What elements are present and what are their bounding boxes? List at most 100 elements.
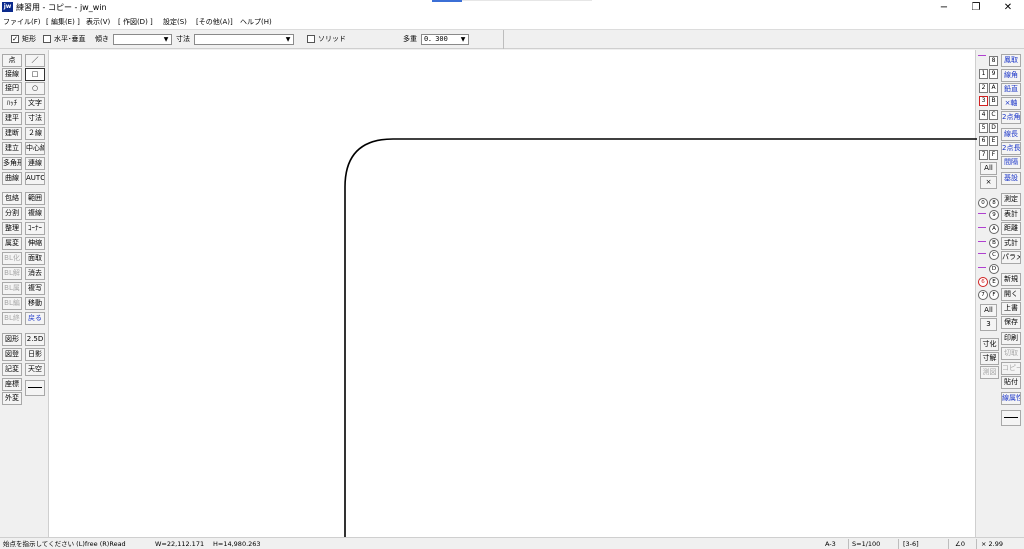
left-tool-button[interactable]: 包絡 bbox=[2, 192, 22, 205]
left-tool-button[interactable]: 戻る bbox=[25, 312, 45, 325]
status-layer[interactable]: [3-6] bbox=[903, 540, 919, 548]
layer-group-button[interactable]: 6 bbox=[979, 136, 988, 146]
layer-number-button[interactable]: 3 bbox=[980, 318, 997, 331]
layer-group-button[interactable]: 2 bbox=[979, 83, 988, 93]
left-tool-button[interactable]: BL解 bbox=[2, 267, 22, 280]
left-tool-button[interactable]: 範囲 bbox=[25, 192, 45, 205]
status-paper[interactable]: A-3 bbox=[825, 540, 836, 548]
layer-cross-button[interactable]: × bbox=[980, 176, 997, 189]
left-tool-button[interactable]: 属変 bbox=[2, 237, 22, 250]
right-tool-button[interactable]: 距離 bbox=[1001, 222, 1021, 235]
layer-group-button[interactable]: 7 bbox=[979, 150, 988, 160]
left-tool-button[interactable]: 整理 bbox=[2, 222, 22, 235]
left-tool-button[interactable]: 接円 bbox=[2, 82, 22, 95]
right-tool-button[interactable]: ×軸 bbox=[1001, 97, 1021, 110]
left-tool-button[interactable]: ／ bbox=[25, 54, 45, 67]
right-tool-button[interactable]: 上書 bbox=[1001, 302, 1021, 315]
right-tool-button[interactable]: 表計 bbox=[1001, 208, 1021, 221]
left-tool-button[interactable]: 天空 bbox=[25, 363, 45, 376]
layer-group-button[interactable]: 3 bbox=[979, 96, 988, 106]
menu-help[interactable]: ヘルプ(H) bbox=[240, 17, 272, 27]
layer-all-button[interactable]: All bbox=[980, 162, 997, 175]
right-tool-button[interactable]: 線長 bbox=[1001, 128, 1021, 141]
dim-tool-button[interactable]: 測図 bbox=[980, 366, 999, 379]
left-tool-button[interactable]: 多角形 bbox=[2, 157, 22, 170]
right-tool-button[interactable]: パラメ bbox=[1001, 251, 1021, 264]
right-tool-button[interactable]: 線属性 bbox=[1001, 392, 1021, 405]
left-tool-button[interactable]: 建断 bbox=[2, 127, 22, 140]
right-tool-button[interactable]: コピー bbox=[1001, 362, 1021, 375]
menu-draw[interactable]: [ 作図(D) ] bbox=[118, 17, 153, 27]
solid-checkbox[interactable] bbox=[307, 35, 315, 43]
left-tool-button[interactable]: ﾊｯﾁ bbox=[2, 97, 22, 110]
rect-checkbox[interactable]: ✓ bbox=[11, 35, 19, 43]
right-tool-button[interactable]: 新規 bbox=[1001, 273, 1021, 286]
maximize-button[interactable]: ❐ bbox=[960, 0, 992, 15]
right-tool-button[interactable]: 2点角 bbox=[1001, 111, 1021, 124]
line-color-swatch[interactable] bbox=[1001, 410, 1021, 426]
multi-combo[interactable]: 0．300 ▼ bbox=[421, 34, 469, 45]
left-tool-button[interactable]: □ bbox=[25, 68, 45, 81]
layer-button[interactable]: E bbox=[989, 136, 998, 146]
right-tool-button[interactable]: 印刷 bbox=[1001, 332, 1021, 345]
layer-button[interactable]: 9 bbox=[989, 69, 998, 79]
close-button[interactable]: ✕ bbox=[992, 0, 1024, 15]
left-tool-button[interactable]: BL属 bbox=[2, 282, 22, 295]
left-tool-button[interactable]: 建立 bbox=[2, 142, 22, 155]
layer-group-button[interactable]: 1 bbox=[979, 69, 988, 79]
right-tool-button[interactable]: 式計 bbox=[1001, 237, 1021, 250]
left-tool-button[interactable]: 座標 bbox=[2, 378, 22, 391]
left-tool-button[interactable]: 曲線 bbox=[2, 172, 22, 185]
layer-circle-button[interactable]: 7 bbox=[978, 290, 988, 300]
left-tool-button[interactable]: 図形 bbox=[2, 333, 22, 346]
layer-button[interactable]: B bbox=[989, 96, 998, 106]
left-tool-button[interactable]: 点 bbox=[2, 54, 22, 67]
layer-group-button[interactable]: 4 bbox=[979, 110, 988, 120]
right-tool-button[interactable]: 貼付 bbox=[1001, 376, 1021, 389]
layer-circle-button[interactable]: F bbox=[989, 290, 999, 300]
left-tool-button[interactable]: BL終 bbox=[2, 312, 22, 325]
right-tool-button[interactable]: 開く bbox=[1001, 288, 1021, 301]
status-scale[interactable]: S=1/100 bbox=[852, 540, 880, 548]
left-tool-button[interactable]: 建平 bbox=[2, 112, 22, 125]
layer-circle-button[interactable]: 0 bbox=[978, 198, 988, 208]
left-tool-button[interactable]: BL化 bbox=[2, 252, 22, 265]
left-tool-button[interactable]: 中心線 bbox=[25, 142, 45, 155]
left-tool-button[interactable]: ｺｰﾅｰ bbox=[25, 222, 45, 235]
left-tool-button[interactable]: 複写 bbox=[25, 282, 45, 295]
left-tool-button[interactable]: 外変 bbox=[2, 392, 22, 405]
left-tool-button[interactable]: ２線 bbox=[25, 127, 45, 140]
left-tool-button[interactable]: 2.5D bbox=[25, 333, 45, 346]
right-tool-button[interactable]: 間隔 bbox=[1001, 156, 1021, 169]
left-tool-button[interactable]: ○ bbox=[25, 82, 45, 95]
status-angle[interactable]: ∠0 bbox=[955, 540, 965, 548]
layer-circle-button[interactable]: 8 bbox=[989, 198, 999, 208]
left-tool-button[interactable]: 図登 bbox=[2, 348, 22, 361]
hv-checkbox[interactable] bbox=[43, 35, 51, 43]
left-tool-button[interactable]: AUTO bbox=[25, 172, 45, 185]
layer-all-button[interactable]: All bbox=[980, 304, 997, 317]
menu-settings[interactable]: 設定(S) bbox=[163, 17, 187, 27]
right-tool-button[interactable]: 基設 bbox=[1001, 172, 1021, 185]
left-tool-button[interactable]: 文字 bbox=[25, 97, 45, 110]
right-tool-button[interactable]: 測定 bbox=[1001, 193, 1021, 206]
dim-tool-button[interactable]: 寸化 bbox=[980, 338, 999, 351]
left-tool-button[interactable]: 分割 bbox=[2, 207, 22, 220]
left-tool-button[interactable]: 日影 bbox=[25, 348, 45, 361]
right-tool-button[interactable]: 線角 bbox=[1001, 69, 1021, 82]
left-tool-button[interactable]: 複線 bbox=[25, 207, 45, 220]
left-tool-button[interactable]: 接線 bbox=[2, 68, 22, 81]
layer-circle-button[interactable]: C bbox=[989, 250, 999, 260]
layer-circle-button[interactable]: A bbox=[989, 224, 999, 234]
layer-button[interactable]: A bbox=[989, 83, 998, 93]
left-tool-button[interactable]: 面取 bbox=[25, 252, 45, 265]
layer-button[interactable]: F bbox=[989, 150, 998, 160]
layer-group-button[interactable]: 5 bbox=[979, 123, 988, 133]
left-tool-button[interactable]: 連線 bbox=[25, 157, 45, 170]
menu-view[interactable]: 表示(V) bbox=[86, 17, 110, 27]
menu-other[interactable]: [その他(A)] bbox=[196, 17, 233, 27]
layer-circle-button[interactable]: B bbox=[989, 238, 999, 248]
left-tool-button[interactable]: 記変 bbox=[2, 363, 22, 376]
menu-file[interactable]: ファイル(F) bbox=[3, 17, 41, 27]
status-zoom[interactable]: × 2.99 bbox=[981, 540, 1003, 548]
